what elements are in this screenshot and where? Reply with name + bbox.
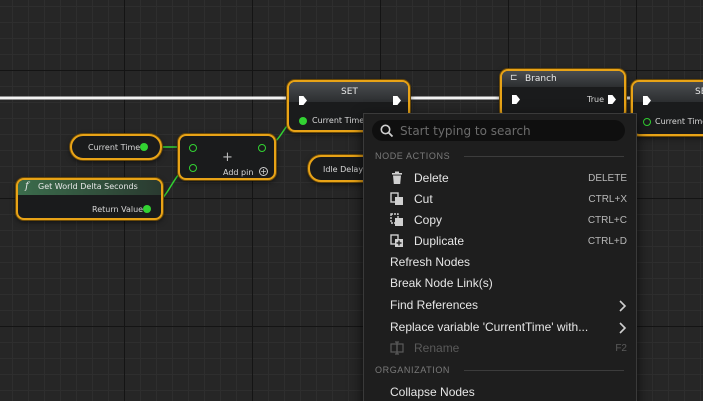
branch-icon: ⊏ xyxy=(510,73,518,83)
right-set-node[interactable]: SE Current Time xyxy=(631,80,703,136)
duplicate-icon xyxy=(390,234,403,247)
menu-item-label: Replace variable 'CurrentTime' with... xyxy=(390,320,589,334)
set-title: SET xyxy=(341,87,358,97)
branch-node[interactable]: ⊏ Branch True xyxy=(500,69,626,119)
menu-item-shortcut: CTRL+C xyxy=(587,215,627,226)
menu-search-box[interactable] xyxy=(372,120,625,141)
menu-item-rename: Rename F2 xyxy=(364,338,636,359)
copy-icon xyxy=(390,213,403,226)
chevron-right-icon xyxy=(619,300,627,312)
section-organization: ORGANIZATION xyxy=(375,365,451,375)
add-input-pin-a[interactable] xyxy=(189,144,197,152)
section-divider xyxy=(464,370,624,371)
right-set-title: SE xyxy=(695,87,703,97)
menu-item-shortcut: CTRL+D xyxy=(587,236,627,247)
menu-item-label: Break Node Link(s) xyxy=(390,276,493,290)
chevron-right-icon xyxy=(619,322,627,334)
add-output-pin[interactable] xyxy=(258,144,266,152)
menu-item-label: Cut xyxy=(414,192,433,206)
menu-item-collapse-nodes[interactable]: Collapse Nodes xyxy=(364,382,636,401)
menu-item-shortcut: DELETE xyxy=(588,173,627,184)
add-node[interactable]: + Add pin + xyxy=(178,134,276,180)
menu-item-refresh-nodes[interactable]: Refresh Nodes xyxy=(364,252,636,273)
menu-item-copy[interactable]: Copy CTRL+C xyxy=(364,210,636,231)
cut-icon xyxy=(390,192,403,205)
menu-item-label: Delete xyxy=(414,171,449,185)
menu-item-shortcut: CTRL+X xyxy=(588,194,627,205)
add-pin-label: Add pin xyxy=(223,168,254,177)
return-value-label: Return Value xyxy=(92,205,144,214)
menu-item-delete[interactable]: Delete DELETE xyxy=(364,168,636,189)
get-world-delta-seconds-node[interactable]: f Get World Delta Seconds Return Value xyxy=(16,178,163,220)
rename-icon xyxy=(390,341,404,355)
branch-exec-in-pin[interactable] xyxy=(512,95,520,104)
menu-item-break-node-links[interactable]: Break Node Link(s) xyxy=(364,273,636,294)
menu-item-label: Copy xyxy=(414,213,443,227)
blueprint-graph-canvas[interactable]: Current Time f Get World Delta Seconds R… xyxy=(0,0,703,401)
world-delta-title: Get World Delta Seconds xyxy=(38,182,138,191)
add-pin-icon[interactable]: + xyxy=(259,167,268,176)
set-header: SET xyxy=(289,82,408,102)
right-set-pin-label: Current Time xyxy=(655,117,703,126)
menu-item-label: Collapse Nodes xyxy=(390,385,475,399)
current-time-label: Current Time xyxy=(88,143,141,152)
add-input-pin-b[interactable] xyxy=(189,164,197,172)
menu-item-replace-variable[interactable]: Replace variable 'CurrentTime' with... xyxy=(364,317,636,338)
branch-true-label: True xyxy=(587,95,604,104)
current-time-getter-node[interactable]: Current Time xyxy=(70,134,162,160)
branch-true-pin[interactable] xyxy=(608,95,616,104)
current-time-output-pin[interactable] xyxy=(140,143,148,151)
menu-item-shortcut: F2 xyxy=(615,343,627,354)
return-value-pin[interactable] xyxy=(143,205,151,213)
menu-item-find-references[interactable]: Find References xyxy=(364,295,636,316)
menu-search-input[interactable] xyxy=(400,122,615,139)
right-set-current-time-pin[interactable] xyxy=(643,118,651,126)
section-node-actions: NODE ACTIONS xyxy=(375,151,451,161)
world-delta-header: f Get World Delta Seconds xyxy=(18,180,161,195)
context-menu: NODE ACTIONS Delete DELETE Cut CTRL+X xyxy=(363,113,637,401)
search-icon xyxy=(380,124,394,138)
menu-item-label: Refresh Nodes xyxy=(390,255,471,269)
branch-header: ⊏ Branch xyxy=(502,71,624,87)
trash-icon xyxy=(392,171,402,184)
set-pin-label: Current Time xyxy=(312,116,365,125)
function-icon: f xyxy=(25,181,29,192)
add-symbol: + xyxy=(222,150,233,165)
menu-item-label: Duplicate xyxy=(414,234,465,248)
menu-item-duplicate[interactable]: Duplicate CTRL+D xyxy=(364,231,636,252)
section-divider xyxy=(464,156,624,157)
set-current-time-pin[interactable] xyxy=(299,117,307,125)
menu-item-label: Find References xyxy=(390,298,479,312)
menu-item-cut[interactable]: Cut CTRL+X xyxy=(364,189,636,210)
menu-item-label: Rename xyxy=(414,341,460,355)
branch-title: Branch xyxy=(525,74,557,84)
